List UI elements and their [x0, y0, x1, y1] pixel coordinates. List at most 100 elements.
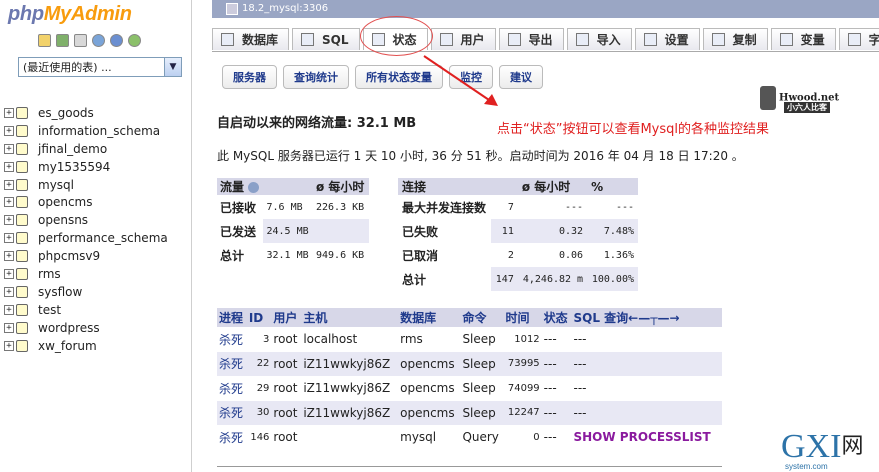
- subtab-4[interactable]: 建议: [499, 65, 543, 89]
- process-header-1[interactable]: ID: [246, 308, 272, 327]
- traffic-row-label: 已接收: [220, 200, 257, 215]
- process-header-6[interactable]: 时间: [503, 308, 542, 327]
- kill-link[interactable]: 杀死: [217, 400, 247, 425]
- database-item[interactable]: + mysql: [4, 176, 168, 194]
- database-name[interactable]: sysflow: [38, 285, 82, 299]
- database-name[interactable]: es_goods: [38, 106, 94, 120]
- database-item[interactable]: + wordpress: [4, 319, 168, 337]
- database-item[interactable]: + opencms: [4, 193, 168, 211]
- kill-link[interactable]: 杀死: [217, 425, 247, 450]
- chevron-down-icon[interactable]: ▼: [164, 58, 181, 76]
- traffic-table: 流量 ø 每小时 已接收 7.6 MB 226.3 KB 已发送 24.5 MB 总计 32…: [217, 178, 369, 267]
- database-item[interactable]: + performance_schema: [4, 229, 168, 247]
- expand-icon[interactable]: +: [4, 322, 14, 333]
- database-name[interactable]: opencms: [38, 195, 93, 209]
- home-icon[interactable]: [38, 34, 51, 47]
- database-name[interactable]: opensns: [38, 213, 88, 227]
- help-icon[interactable]: [110, 34, 123, 47]
- database-item[interactable]: + information_schema: [4, 122, 168, 140]
- subtab-1[interactable]: 查询统计: [283, 65, 349, 89]
- traffic-row-perhour: 949.6 KB: [313, 243, 369, 267]
- database-name[interactable]: mysql: [38, 178, 74, 192]
- database-name[interactable]: test: [38, 303, 61, 317]
- database-item[interactable]: + jfinal_demo: [4, 140, 168, 158]
- database-name[interactable]: my1535594: [38, 160, 110, 174]
- expand-icon[interactable]: +: [4, 179, 14, 190]
- process-header-2[interactable]: 用户: [271, 308, 302, 327]
- database-name[interactable]: xw_forum: [38, 339, 97, 353]
- database-item[interactable]: + xw_forum: [4, 337, 168, 355]
- expand-icon[interactable]: +: [4, 197, 14, 208]
- database-name[interactable]: jfinal_demo: [38, 142, 107, 156]
- traffic-header-label: 流量: [217, 178, 264, 195]
- process-header-3[interactable]: 主机: [301, 308, 399, 327]
- expand-icon[interactable]: +: [4, 233, 14, 244]
- expand-icon[interactable]: +: [4, 107, 14, 118]
- reload-icon[interactable]: [128, 34, 141, 47]
- tab-sql[interactable]: SQL: [292, 28, 360, 50]
- tab-import[interactable]: 导入: [566, 28, 632, 50]
- tab-variables[interactable]: 变量: [770, 28, 836, 50]
- tab-charset[interactable]: 字: [838, 28, 879, 50]
- query-window-icon[interactable]: [74, 34, 87, 47]
- process-id: 29: [256, 382, 270, 394]
- traffic-row-perhour: [313, 219, 369, 243]
- database-name[interactable]: information_schema: [38, 124, 160, 138]
- process-header-4[interactable]: 数据库: [398, 308, 461, 327]
- database-item[interactable]: + opensns: [4, 211, 168, 229]
- info-icon[interactable]: [248, 182, 260, 193]
- database-name[interactable]: performance_schema: [38, 231, 168, 245]
- conn-row-value: 2: [507, 249, 514, 261]
- expand-icon[interactable]: +: [4, 143, 14, 154]
- database-item[interactable]: + test: [4, 301, 168, 319]
- tab-database[interactable]: 数据库: [212, 28, 290, 50]
- process-time: 12247: [503, 400, 542, 425]
- process-time: 0: [533, 431, 540, 443]
- connections-table: 连接 ø 每小时 % 最大并发连接数 7 --- --- 已失败 11 0.32 7.48% 已…: [398, 178, 638, 291]
- database-item[interactable]: + es_goods: [4, 104, 168, 122]
- database-icon: [16, 142, 28, 155]
- kill-link[interactable]: 杀死: [217, 376, 247, 401]
- tab-export[interactable]: 导出: [498, 28, 564, 50]
- conn-row: 最大并发连接数 7 --- ---: [398, 195, 638, 219]
- process-header-7[interactable]: 状态: [541, 308, 572, 327]
- docs-icon[interactable]: [92, 34, 105, 47]
- database-icon: [221, 33, 234, 46]
- exit-icon[interactable]: [56, 34, 69, 47]
- process-header-5[interactable]: 命令: [460, 308, 504, 327]
- database-item[interactable]: + phpcmsv9: [4, 247, 168, 265]
- tab-replication[interactable]: 复制: [702, 28, 768, 50]
- process-row: 杀死 22 root iZ11wwkyj86Z opencms Sleep 73995 ---…: [217, 351, 722, 376]
- expand-icon[interactable]: +: [4, 161, 14, 172]
- expand-icon[interactable]: +: [4, 251, 14, 262]
- expand-icon[interactable]: +: [4, 340, 14, 351]
- kill-link[interactable]: 杀死: [217, 327, 247, 352]
- process-header-8[interactable]: SQL 查询←—┬—→: [571, 308, 722, 327]
- charset-icon: [847, 33, 861, 46]
- tab-settings[interactable]: 设置: [634, 28, 700, 50]
- recent-tables-select[interactable]: (最近使用的表) ... ▼: [18, 57, 182, 77]
- database-name[interactable]: wordpress: [38, 321, 100, 335]
- traffic-row-label: 总计: [220, 248, 245, 263]
- database-name[interactable]: rms: [38, 267, 61, 281]
- tab-label: 字: [868, 33, 879, 47]
- phpmyadmin-logo[interactable]: phpMyAdmin: [8, 3, 132, 26]
- database-icon: [16, 339, 28, 352]
- expand-icon[interactable]: +: [4, 304, 14, 315]
- database-item[interactable]: + my1535594: [4, 158, 168, 176]
- server-breadcrumb[interactable]: 18.2_mysql:3306: [212, 0, 879, 18]
- subtab-0[interactable]: 服务器: [222, 65, 277, 89]
- uptime-text: 此 MySQL 服务器已运行 1 天 10 小时, 36 分 51 秒。启动时间…: [217, 149, 744, 163]
- expand-icon[interactable]: +: [4, 268, 14, 279]
- database-item[interactable]: + rms: [4, 265, 168, 283]
- expand-icon[interactable]: +: [4, 125, 14, 136]
- database-item[interactable]: + sysflow: [4, 283, 168, 301]
- robot-icon: [760, 86, 776, 110]
- database-name[interactable]: phpcmsv9: [38, 249, 100, 263]
- expand-icon[interactable]: +: [4, 215, 14, 226]
- expand-icon[interactable]: +: [4, 286, 14, 297]
- process-time: 74099: [507, 382, 540, 394]
- kill-link[interactable]: 杀死: [217, 351, 247, 376]
- tab-users[interactable]: 用户: [430, 28, 496, 50]
- traffic-header-empty: [263, 178, 313, 195]
